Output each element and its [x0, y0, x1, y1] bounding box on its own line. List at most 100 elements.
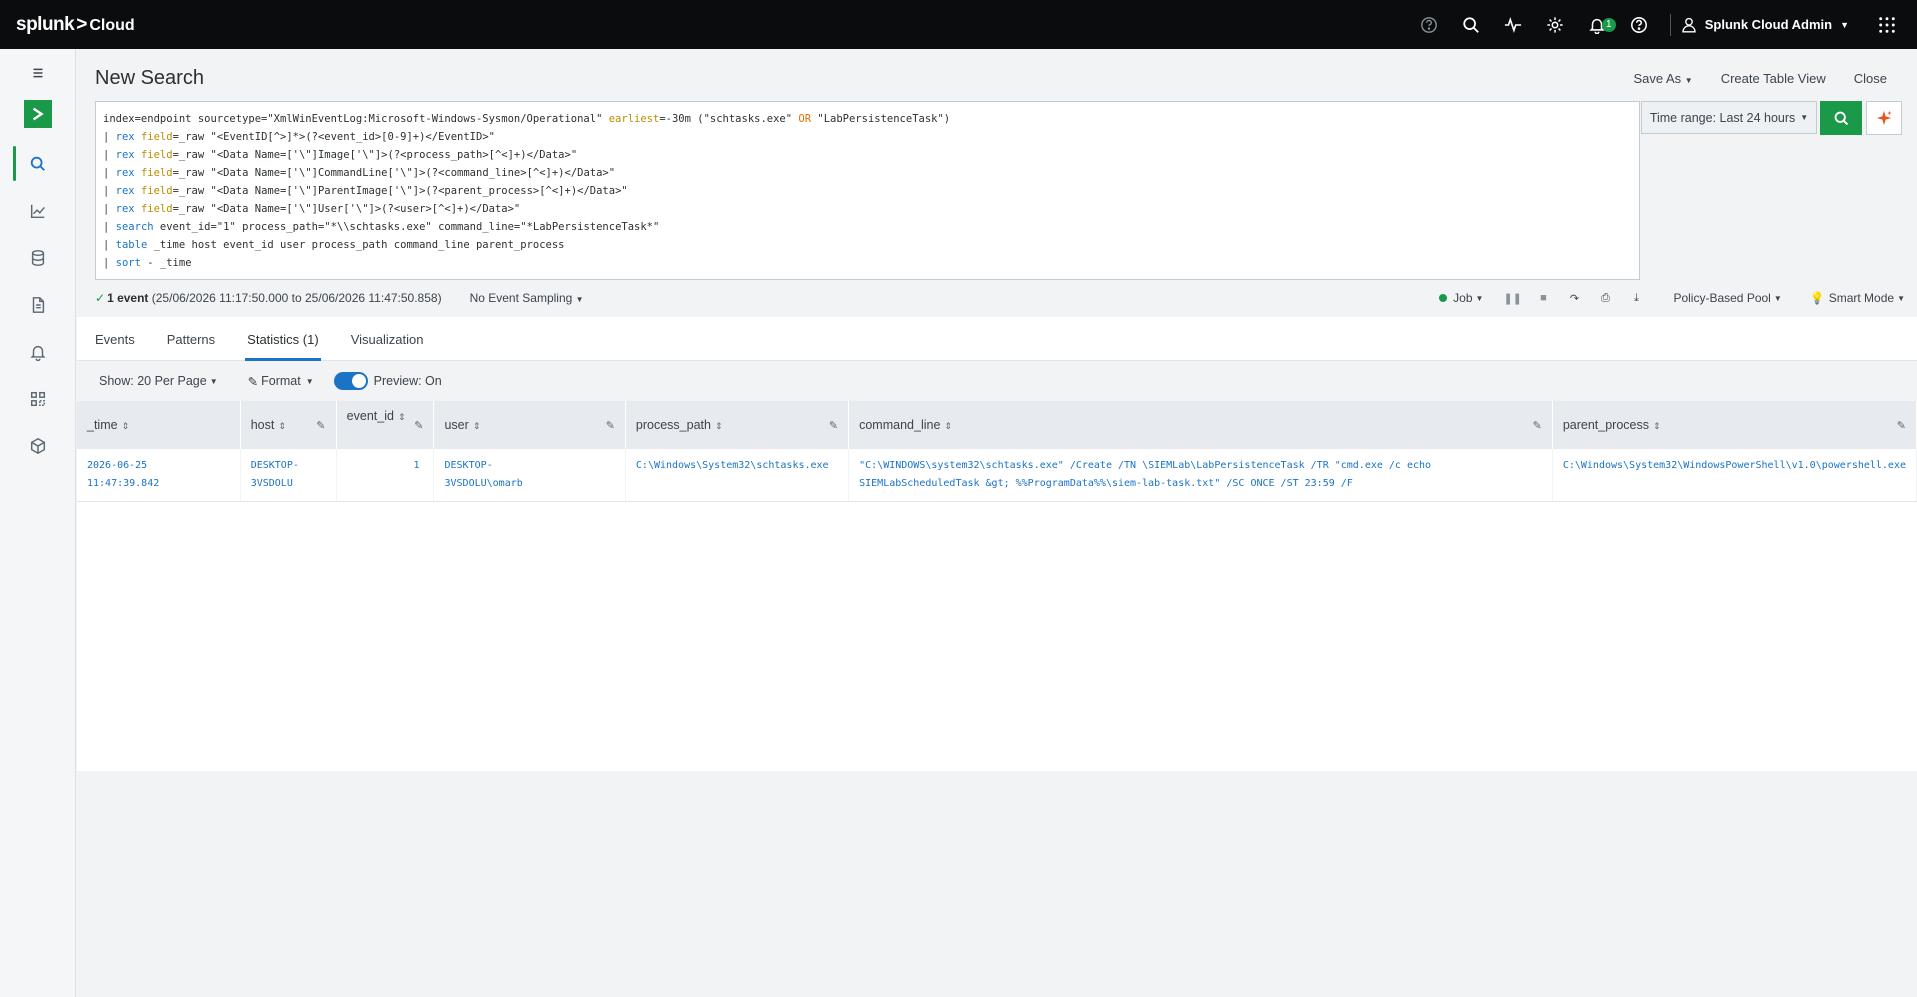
run-search-button[interactable]: [1820, 101, 1862, 135]
sort-icon: ⇕: [278, 421, 286, 431]
top-navigation-bar: splunk > Cloud 1 Splunk Cloud Admin ▼: [0, 0, 1917, 49]
tab-statistics[interactable]: Statistics (1): [229, 317, 333, 361]
lightbulb-icon: 💡: [1809, 291, 1825, 305]
search-app-logo[interactable]: [0, 96, 76, 132]
job-menu[interactable]: Job ▼: [1439, 291, 1483, 305]
save-as-button[interactable]: Save As ▼: [1633, 71, 1692, 86]
column-header-user[interactable]: user ⇕ ✎: [433, 401, 626, 449]
menu-icon[interactable]: [0, 49, 76, 96]
search-icon: [30, 156, 45, 171]
preview-toggle[interactable]: Preview: On: [333, 372, 442, 390]
tab-patterns[interactable]: Patterns: [149, 317, 229, 361]
pencil-icon[interactable]: ✎: [829, 419, 838, 432]
column-header-process-path[interactable]: process_path ⇕ ✎: [625, 401, 850, 449]
chevron-down-icon: ▼: [1684, 76, 1693, 85]
search-icon: [1834, 111, 1848, 125]
chevron-down-icon: ▼: [1475, 293, 1484, 303]
cell-host[interactable]: DESKTOP- 3VSDOLU: [240, 449, 337, 502]
preview-label: Preview: On: [373, 374, 442, 388]
policy-pool-dropdown[interactable]: Policy-Based Pool ▼: [1673, 291, 1781, 305]
sidebar-item-apps[interactable]: [0, 422, 76, 469]
results-tabs: Events Patterns Statistics (1) Visualiza…: [77, 317, 1917, 361]
print-icon[interactable]: ⎙: [1596, 292, 1614, 305]
column-header-host[interactable]: host ⇕ ✎: [240, 401, 337, 449]
ai-assistant-button[interactable]: [1866, 101, 1902, 135]
cell-event-id[interactable]: 1: [336, 449, 435, 502]
cell-command-line[interactable]: "C:\WINDOWS\system32\schtasks.exe" /Crea…: [848, 449, 1553, 502]
alert-icon: [30, 345, 46, 361]
time-range-label: Time range: Last 24 hours: [1649, 110, 1796, 125]
chevron-down-icon: ▼: [575, 295, 584, 304]
gear-icon[interactable]: [1534, 0, 1576, 49]
logo-splunk-text: splunk: [16, 13, 75, 35]
results-options-bar: Show: 20 Per Page ▼ ✎ Format ▼ Preview: O…: [77, 361, 1917, 401]
sort-icon: ⇕: [1653, 421, 1661, 431]
activity-icon[interactable]: [1492, 0, 1534, 49]
pencil-icon[interactable]: ✎: [606, 419, 615, 432]
search-query-input[interactable]: index=endpoint sourcetype="XmlWinEventLo…: [95, 101, 1640, 280]
format-dropdown[interactable]: ✎ Format ▼: [248, 374, 314, 389]
per-page-dropdown[interactable]: Show: 20 Per Page ▼: [99, 374, 218, 388]
chevron-down-icon: ▼: [209, 376, 218, 386]
pencil-icon[interactable]: ✎: [1897, 419, 1906, 432]
pencil-icon[interactable]: ✎: [316, 419, 325, 432]
page-title: New Search: [95, 67, 204, 89]
user-icon: [1682, 17, 1696, 32]
column-header-parent-process[interactable]: parent_process ⇕ ✎: [1552, 401, 1917, 449]
cell-user[interactable]: DESKTOP- 3VSDOLU\omarb: [433, 449, 626, 502]
chart-icon: [30, 204, 45, 218]
statistics-table: _time ⇕ host ⇕ ✎ event_id ⇕ ✎ user ⇕ ✎ process_…: [77, 401, 1917, 771]
user-menu[interactable]: Splunk Cloud Admin ▼: [1681, 17, 1849, 33]
event-sampling-dropdown[interactable]: No Event Sampling ▼: [470, 291, 584, 305]
topbar-divider: [1669, 13, 1671, 36]
cube-icon: [30, 437, 46, 454]
sidebar-item-alerts[interactable]: [0, 328, 76, 375]
search-app-icon: [24, 100, 52, 128]
apps-grid-icon[interactable]: [1867, 0, 1907, 49]
tab-events[interactable]: Events: [77, 317, 149, 361]
search-icon[interactable]: [1450, 0, 1492, 49]
main-content: New Search Save As ▼ Create Table View C…: [77, 49, 1917, 997]
title-actions: Save As ▼ Create Table View Close: [1633, 71, 1887, 86]
sidebar-item-analytics[interactable]: [0, 187, 76, 234]
export-icon[interactable]: ⤓: [1627, 292, 1645, 305]
sparkle-icon: [1876, 110, 1892, 126]
splunk-cloud-logo[interactable]: splunk > Cloud: [16, 14, 135, 36]
help-circle-icon[interactable]: [1408, 0, 1450, 49]
sidebar-item-dashboards[interactable]: [0, 375, 76, 422]
bell-icon[interactable]: 1: [1576, 0, 1618, 49]
column-header-time[interactable]: _time ⇕: [77, 401, 241, 449]
job-status: ✓ 1 event (25/06/2026 11:17:50.000 to 25/…: [95, 291, 442, 305]
column-header-event-id[interactable]: event_id ⇕ ✎: [336, 401, 435, 449]
sort-icon: ⇕: [121, 421, 130, 431]
search-mode-dropdown[interactable]: 💡 Smart Mode ▼: [1810, 291, 1905, 305]
sidebar-item-search[interactable]: [0, 140, 76, 187]
cell-parent-process[interactable]: C:\Windows\System32\WindowsPowerShell\v1…: [1552, 449, 1917, 502]
create-table-view-button[interactable]: Create Table View: [1721, 71, 1826, 86]
sort-icon: ⇕: [944, 421, 952, 431]
cell-time[interactable]: 2026-06-25 11:47:39.842: [77, 449, 241, 502]
pencil-icon[interactable]: ✎: [1533, 419, 1542, 432]
sort-icon: ⇕: [714, 421, 723, 431]
database-icon: [31, 249, 45, 266]
pause-icon[interactable]: ❚❚: [1503, 292, 1521, 305]
toggle-switch[interactable]: [333, 372, 368, 390]
stop-icon[interactable]: ■: [1534, 292, 1552, 304]
tab-visualization[interactable]: Visualization: [333, 317, 438, 361]
sidebar-item-reports[interactable]: [0, 281, 76, 328]
cell-process-path[interactable]: C:\Windows\System32\schtasks.exe: [625, 449, 850, 502]
sidebar-item-datasets[interactable]: [0, 234, 76, 281]
time-range-picker[interactable]: Time range: Last 24 hours ▼: [1641, 101, 1817, 134]
notification-count-badge: 1: [1601, 17, 1616, 32]
logo-chevron: >: [76, 13, 88, 35]
sort-icon: ⇕: [397, 412, 406, 422]
chevron-down-icon: ▼: [1897, 293, 1905, 303]
column-header-command-line[interactable]: command_line ⇕ ✎: [848, 401, 1553, 449]
app-sidebar: [0, 49, 76, 997]
dashboard-icon: [30, 391, 46, 406]
share-icon[interactable]: ↷: [1565, 292, 1583, 305]
pencil-icon[interactable]: ✎: [414, 419, 423, 432]
question-icon[interactable]: [1618, 0, 1660, 49]
report-icon: [32, 296, 45, 313]
close-button[interactable]: Close: [1854, 71, 1887, 86]
